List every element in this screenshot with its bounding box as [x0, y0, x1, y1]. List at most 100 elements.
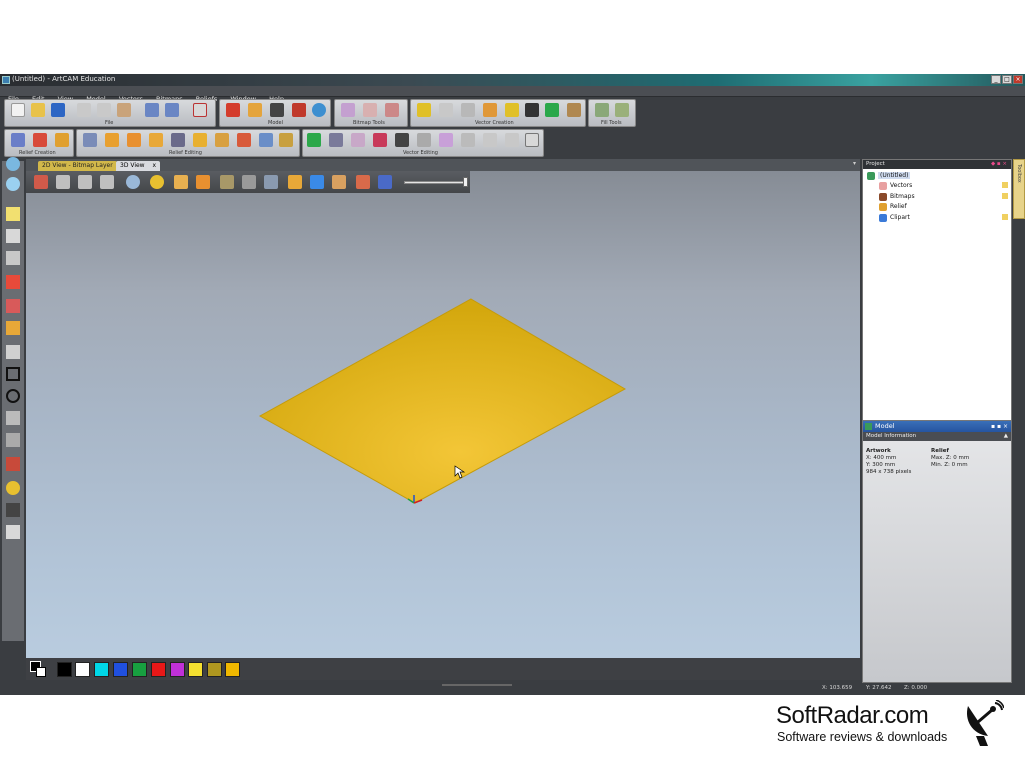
model-panel-controls-icon[interactable]: ▪ ▪ ×	[991, 421, 1008, 432]
text-icon[interactable]	[6, 457, 20, 471]
swatch-black[interactable]	[57, 662, 72, 677]
vector-edit-9-icon[interactable]	[483, 133, 497, 147]
relief-edit-6-icon[interactable]	[193, 133, 207, 147]
relief-create-1-icon[interactable]	[11, 133, 25, 147]
swatch-cyan[interactable]	[94, 662, 109, 677]
vector-edit-8-icon[interactable]	[461, 133, 475, 147]
vector-tool-6-icon[interactable]	[525, 103, 539, 117]
swatch-green[interactable]	[132, 662, 147, 677]
bitmap-tool-3-icon[interactable]	[385, 103, 399, 117]
vector-edit-3-icon[interactable]	[351, 133, 365, 147]
fg-bg-color[interactable]	[30, 661, 46, 677]
tree-vectors[interactable]: Vectors	[890, 182, 912, 189]
vector-tool-2-icon[interactable]	[439, 103, 453, 117]
swatch-gold[interactable]	[225, 662, 240, 677]
swatch-magenta[interactable]	[170, 662, 185, 677]
tab-3d-view[interactable]: 3D View x	[116, 161, 161, 171]
bitmap-tool-1-icon[interactable]	[341, 103, 355, 117]
tree-relief[interactable]: Relief	[890, 203, 907, 210]
bitmaps-visibility-icon[interactable]	[1002, 193, 1008, 199]
project-root[interactable]: (Untitled)	[878, 172, 911, 179]
relief-edit-2-icon[interactable]	[105, 133, 119, 147]
model-size-icon[interactable]	[248, 103, 262, 117]
transform-icon[interactable]	[6, 251, 20, 265]
paste-icon[interactable]	[117, 103, 131, 117]
vector-tool-7-icon[interactable]	[545, 103, 559, 117]
relief-edit-4-icon[interactable]	[149, 133, 163, 147]
bitmaps-icon	[879, 193, 887, 201]
swatch-yellow[interactable]	[188, 662, 203, 677]
vector-tool-1-icon[interactable]	[417, 103, 431, 117]
toolbox-tab[interactable]: Toolbox	[1013, 159, 1025, 219]
tab-2d-view[interactable]: 2D View - Bitmap Layer	[38, 161, 117, 171]
undo-icon[interactable]	[145, 103, 159, 117]
polyline-icon[interactable]	[6, 345, 20, 359]
node-edit-icon[interactable]	[6, 229, 20, 243]
tree-clipart[interactable]: Clipart	[890, 214, 910, 221]
vector-edit-7-icon[interactable]	[439, 133, 453, 147]
select-arrow-icon[interactable]	[6, 207, 20, 221]
zoom-icon[interactable]	[6, 157, 20, 171]
relief-edit-3-icon[interactable]	[127, 133, 141, 147]
circle-icon[interactable]	[6, 389, 20, 403]
cut-icon[interactable]	[77, 103, 91, 117]
relief-create-3-icon[interactable]	[55, 133, 69, 147]
close-button[interactable]: ×	[1013, 75, 1023, 84]
relief-edit-7-icon[interactable]	[215, 133, 229, 147]
model-create-icon[interactable]	[226, 103, 240, 117]
arc-icon[interactable]	[6, 433, 20, 447]
vector-tool-4-icon[interactable]	[483, 103, 497, 117]
vector-edit-11-icon[interactable]	[525, 133, 539, 147]
relief-edit-8-icon[interactable]	[237, 133, 251, 147]
3d-viewport[interactable]	[26, 171, 860, 658]
drop-icon[interactable]	[6, 481, 20, 495]
vector-edit-2-icon[interactable]	[329, 133, 343, 147]
minimize-button[interactable]: _	[991, 75, 1001, 84]
globe-view-icon[interactable]	[6, 177, 20, 191]
vector-edit-4-icon[interactable]	[373, 133, 387, 147]
globe-icon[interactable]	[312, 103, 326, 117]
fill-tool-2-icon[interactable]	[615, 103, 629, 117]
eraser-icon[interactable]	[6, 525, 20, 539]
fill-bucket-icon[interactable]	[6, 321, 20, 335]
new-file-icon[interactable]	[11, 103, 25, 117]
tree-bitmaps[interactable]: Bitmaps	[890, 193, 915, 200]
redo-icon[interactable]	[165, 103, 179, 117]
open-folder-icon[interactable]	[31, 103, 45, 117]
relief-edit-5-icon[interactable]	[171, 133, 185, 147]
swatch-blue[interactable]	[113, 662, 128, 677]
swatch-olive[interactable]	[207, 662, 222, 677]
pen-icon[interactable]	[6, 275, 20, 289]
swatch-red[interactable]	[151, 662, 166, 677]
vector-edit-10-icon[interactable]	[505, 133, 519, 147]
vector-tool-8-icon[interactable]	[567, 103, 581, 117]
clipart-visibility-icon[interactable]	[1002, 214, 1008, 220]
relief-edit-1-icon[interactable]	[83, 133, 97, 147]
copy-icon[interactable]	[97, 103, 111, 117]
paint-icon[interactable]	[6, 299, 20, 313]
vector-edit-6-icon[interactable]	[417, 133, 431, 147]
save-icon[interactable]	[51, 103, 65, 117]
model-info-collapse-icon[interactable]: ▲	[1004, 432, 1008, 441]
vector-tool-5-icon[interactable]	[505, 103, 519, 117]
fill-tool-1-icon[interactable]	[595, 103, 609, 117]
vector-tool-3-icon[interactable]	[461, 103, 475, 117]
vectors-visibility-icon[interactable]	[1002, 182, 1008, 188]
rectangle-icon[interactable]	[6, 367, 20, 381]
polygon-icon[interactable]	[6, 411, 20, 425]
relief-create-2-icon[interactable]	[33, 133, 47, 147]
edit-icon[interactable]	[193, 103, 207, 117]
measure-icon[interactable]	[6, 503, 20, 517]
vector-edit-5-icon[interactable]	[395, 133, 409, 147]
swatch-white[interactable]	[75, 662, 90, 677]
maximize-button[interactable]: □	[1002, 75, 1012, 84]
project-pin-icon[interactable]: ◆ ▪ ×	[991, 160, 1007, 169]
model-info-icon[interactable]	[270, 103, 284, 117]
tab-dropdown-icon[interactable]: ▾	[853, 160, 856, 167]
bitmap-tool-2-icon[interactable]	[363, 103, 377, 117]
relief-edit-10-icon[interactable]	[279, 133, 293, 147]
tab-close-icon[interactable]: x	[153, 162, 157, 169]
model-origin-icon[interactable]	[292, 103, 306, 117]
vector-edit-1-icon[interactable]	[307, 133, 321, 147]
relief-edit-9-icon[interactable]	[259, 133, 273, 147]
